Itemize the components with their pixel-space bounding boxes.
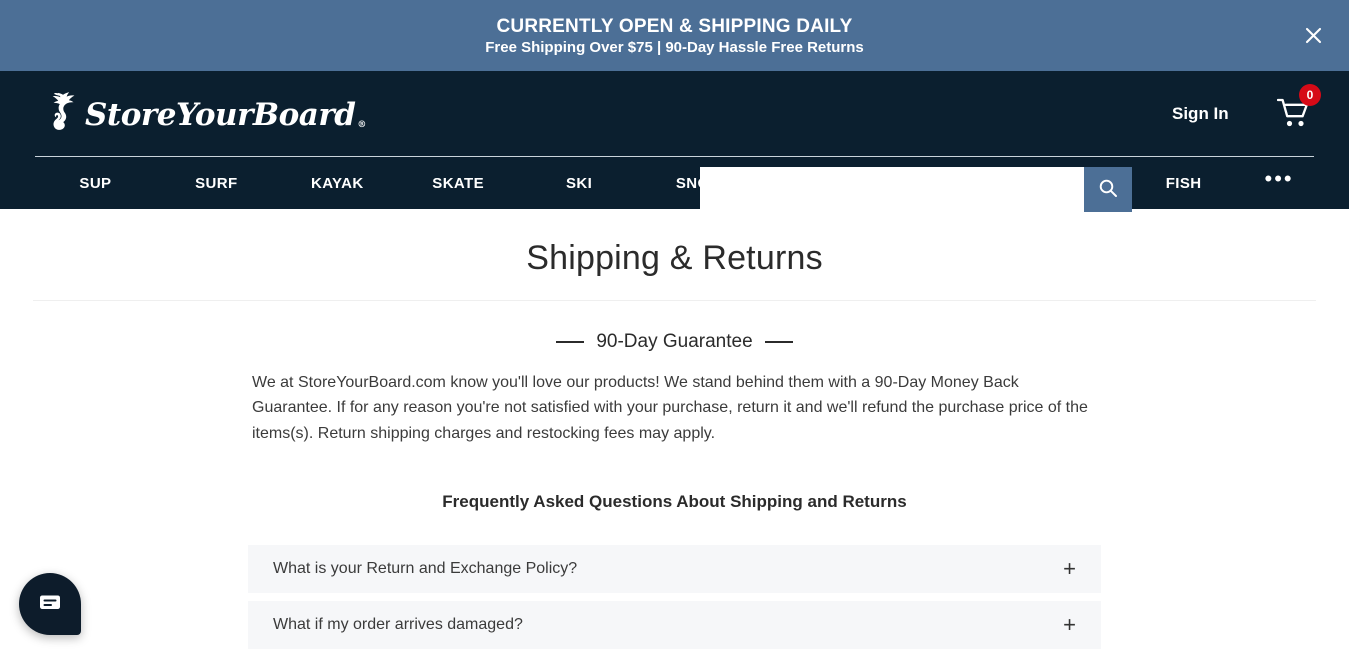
faq-section-heading: Frequently Asked Questions About Shippin… (442, 491, 907, 511)
guarantee-section-heading: 90-Day Guarantee (0, 331, 1349, 353)
logo-registered-mark: ® (357, 119, 366, 130)
faq-item-return-exchange-policy[interactable]: What is your Return and Exchange Policy?… (248, 544, 1101, 593)
nav-item-surf[interactable]: SURF (156, 175, 277, 192)
logo-wordmark-text: StoreYourBoard (85, 96, 356, 133)
sign-in-link[interactable]: Sign In (1172, 104, 1229, 124)
nav-item-sup[interactable]: SUP (35, 175, 156, 192)
chat-widget-button[interactable] (19, 573, 81, 635)
nav-item-ski[interactable]: SKI (519, 175, 640, 192)
faq-item-order-arrives-damaged[interactable]: What if my order arrives damaged? + (248, 600, 1101, 649)
cart-button[interactable]: 0 (1276, 83, 1321, 133)
page-title: Shipping & Returns (526, 239, 823, 277)
site-header: StoreYourBoard ® Sign In 0 SUP SURF KAYA… (0, 71, 1349, 212)
page-main: Shipping & Returns 90-Day Guarantee We a… (0, 209, 1349, 657)
faq-accordion: What is your Return and Exchange Policy?… (248, 544, 1101, 657)
plus-icon[interactable]: + (1063, 557, 1076, 580)
main-nav: SUP SURF KAYAK SKATE SKI SNOW WAKE BIKE … (0, 157, 1349, 209)
heading-dash-right-icon (764, 341, 793, 343)
guarantee-body-paragraph: We at StoreYourBoard.com know you'll lov… (252, 374, 1088, 442)
cart-count-badge: 0 (1299, 83, 1321, 106)
faq-question: What if my order arrives damaged? (273, 615, 523, 633)
chat-bubble-icon (37, 589, 63, 620)
shopping-cart-icon (1276, 98, 1311, 133)
faq-question: What is your Return and Exchange Policy? (273, 559, 578, 577)
heading-dash-left-icon (556, 341, 585, 343)
ellipsis-icon[interactable]: ••• (1244, 168, 1314, 190)
promo-banner: CURRENTLY OPEN & SHIPPING DAILY Free Shi… (0, 0, 1349, 71)
guarantee-heading-text: 90-Day Guarantee (596, 331, 753, 352)
search-button[interactable] (1084, 167, 1132, 212)
header-top-row: StoreYourBoard ® Sign In 0 (0, 71, 1349, 212)
close-icon[interactable] (1299, 22, 1327, 50)
plus-icon[interactable]: + (1063, 613, 1076, 636)
search-icon (1098, 178, 1118, 201)
promo-banner-subline: Free Shipping Over $75 | 90-Day Hassle F… (485, 38, 864, 56)
promo-banner-headline: CURRENTLY OPEN & SHIPPING DAILY (496, 15, 853, 37)
search-input[interactable] (700, 167, 1084, 212)
site-logo[interactable]: StoreYourBoard ® (35, 84, 366, 144)
nav-item-skate[interactable]: SKATE (398, 175, 519, 192)
bat-logo-icon (35, 87, 77, 140)
nav-item-fish[interactable]: FISH (1123, 175, 1244, 192)
logo-wordmark: StoreYourBoard ® (85, 96, 366, 133)
nav-item-kayak[interactable]: KAYAK (277, 175, 398, 192)
title-divider (33, 300, 1316, 301)
search-bar (700, 167, 1132, 212)
